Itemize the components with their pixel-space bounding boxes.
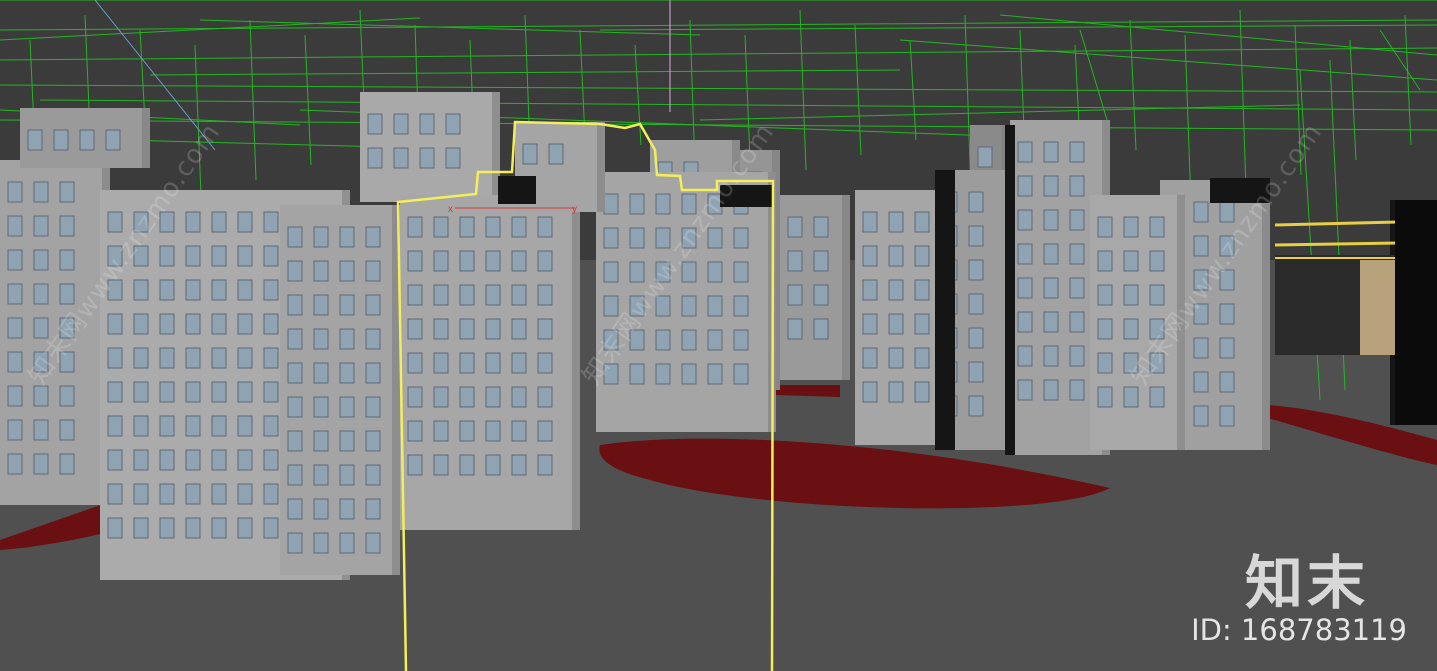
gizmo-y-label: y [572, 204, 577, 215]
scene-render: x y [0, 0, 1437, 671]
ground-patch-mid [775, 385, 840, 397]
3d-perspective-viewport[interactable]: x y 知末网www.znzmo.com 知末网www.znzmo.com 知末… [0, 0, 1437, 671]
watermark-id: ID: 168783119 [1191, 613, 1407, 647]
watermark-logo: 知末 [1244, 549, 1369, 617]
gizmo-x-label: x [448, 204, 453, 215]
